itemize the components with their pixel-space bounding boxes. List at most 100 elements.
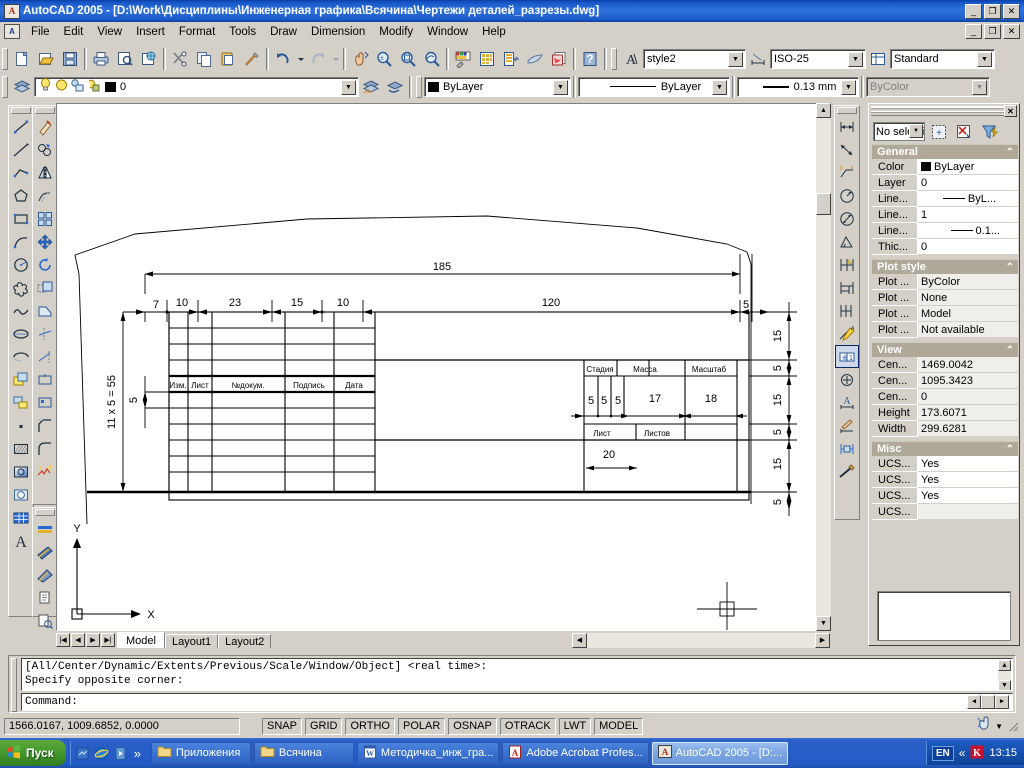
property-row[interactable]: Plot ... Model [872, 306, 1018, 322]
property-row[interactable]: Cen... 1095.3423 [872, 373, 1018, 389]
dimension-toolbar-grip[interactable] [837, 107, 857, 114]
dim-angular-icon[interactable] [835, 230, 859, 253]
select-objects-icon[interactable] [953, 121, 975, 142]
drawing-canvas[interactable]: 185 7 10 23 15 10 120 5 Изм. Лист №докум… [56, 103, 830, 631]
property-row[interactable]: Width 299.6281 [872, 421, 1018, 437]
layer-combo[interactable]: 0 ▼ [34, 76, 359, 97]
scroll-right-button[interactable]: ▶ [815, 632, 830, 648]
publish-icon[interactable] [137, 47, 161, 70]
chevron-up-icon[interactable]: ⌃ [1006, 444, 1014, 455]
doc-minimize-button[interactable]: _ [965, 24, 982, 39]
chevron-down-icon[interactable]: ▼ [728, 51, 743, 67]
chevron-down-icon[interactable]: ▼ [977, 51, 992, 67]
scroll-left-button[interactable]: ◀ [967, 695, 981, 709]
copy-icon[interactable] [192, 47, 216, 70]
designcenter-icon[interactable] [475, 47, 499, 70]
status-toggle-polar[interactable]: POLAR [398, 717, 446, 735]
quick-select-icon[interactable] [978, 121, 1000, 142]
property-value[interactable]: 1 [918, 207, 1018, 223]
redo-dropdown-icon[interactable] [330, 47, 341, 70]
property-value[interactable]: ByL... [918, 191, 1018, 207]
lightbulb-on-icon[interactable] [38, 78, 53, 96]
next-tab-icon[interactable]: ▶ [86, 633, 100, 647]
property-row[interactable]: Height 173.6071 [872, 405, 1018, 421]
properties-icon[interactable] [451, 47, 475, 70]
chevron-up-icon[interactable]: ⌃ [1006, 345, 1014, 356]
canvas-vertical-scrollbar[interactable]: ▲ ▼ [816, 103, 831, 631]
chamfer-icon[interactable] [33, 414, 57, 437]
coordinates-display[interactable]: 1566.0167, 1009.6852, 0.0000 [4, 717, 240, 735]
explode-icon[interactable] [33, 460, 57, 483]
property-row[interactable]: Cen... 0 [872, 389, 1018, 405]
polygon-icon[interactable] [9, 184, 33, 207]
property-row[interactable]: Line... 0.1... [872, 223, 1018, 239]
property-row[interactable]: Plot ... None [872, 290, 1018, 306]
dim-baseline-icon[interactable] [33, 563, 57, 586]
start-button[interactable]: Пуск [0, 740, 66, 766]
cut-icon[interactable] [168, 47, 192, 70]
spline-icon[interactable] [9, 299, 33, 322]
last-tab-icon[interactable]: ▶| [101, 633, 115, 647]
close-button[interactable]: ✕ [1003, 3, 1020, 19]
property-value[interactable]: ByColor [918, 274, 1018, 290]
redo-icon[interactable] [306, 47, 330, 70]
property-row[interactable]: UCS... [872, 504, 1018, 520]
save-icon[interactable] [58, 47, 82, 70]
dim-linear-icon[interactable] [33, 517, 57, 540]
property-row[interactable]: UCS... Yes [872, 456, 1018, 472]
help-icon[interactable]: ? [578, 47, 602, 70]
prev-tab-icon[interactable]: ◀ [71, 633, 85, 647]
property-row[interactable]: Layer 0 [872, 175, 1018, 191]
property-value[interactable]: 299.6281 [918, 421, 1018, 437]
taskbar-item-metodichka[interactable]: W Методичка_инж_гра... [356, 741, 500, 765]
lock-open-icon[interactable] [70, 78, 85, 96]
table-style-icon[interactable] [866, 47, 890, 70]
menu-dimension[interactable]: Dimension [304, 24, 372, 40]
undo-icon[interactable] [271, 47, 295, 70]
properties-toolbar-grip[interactable] [416, 75, 422, 98]
rectangle-icon[interactable] [9, 207, 33, 230]
color-combo[interactable]: ByLayer ▼ [424, 76, 571, 97]
dbconnect-icon[interactable] [547, 47, 571, 70]
insert-block-icon[interactable] [9, 368, 33, 391]
scroll-up-button[interactable]: ▲ [816, 103, 831, 118]
chevron-down-icon[interactable]: ▼ [995, 722, 1003, 731]
chevron-down-icon[interactable]: ▼ [712, 79, 727, 95]
property-row[interactable]: Line... 1 [872, 207, 1018, 223]
menu-view[interactable]: View [90, 24, 129, 40]
group-plot-style[interactable]: Plot style ⌃ [872, 259, 1018, 274]
property-value[interactable] [918, 504, 1018, 520]
toolbar-grip[interactable] [2, 47, 8, 70]
status-toggle-ortho[interactable]: ORTHO [345, 717, 395, 735]
break-icon[interactable] [33, 391, 57, 414]
region-icon[interactable] [9, 483, 33, 506]
fillet-icon[interactable] [33, 437, 57, 460]
styles-toolbar-grip[interactable] [611, 47, 617, 70]
extra-toolbar-grip[interactable] [35, 509, 55, 516]
markup-icon[interactable] [523, 47, 547, 70]
layer-previous-icon[interactable] [359, 75, 383, 98]
property-row[interactable]: Thic... 0 [872, 239, 1018, 255]
tray-expand-button[interactable]: « [959, 746, 966, 760]
scale-icon[interactable] [33, 276, 57, 299]
property-row[interactable]: Line... ByL... [872, 191, 1018, 207]
menu-window[interactable]: Window [420, 24, 475, 40]
toolpalettes-icon[interactable] [499, 47, 523, 70]
lineweight-combo[interactable]: 0.13 mm ▼ [737, 76, 859, 97]
array-icon[interactable] [33, 207, 57, 230]
paste-icon[interactable] [216, 47, 240, 70]
stretch-icon[interactable] [33, 299, 57, 322]
group-view[interactable]: View ⌃ [872, 342, 1018, 357]
new-icon[interactable] [10, 47, 34, 70]
property-row[interactable]: Plot ... ByColor [872, 274, 1018, 290]
language-indicator[interactable]: EN [931, 745, 954, 761]
revision-cloud-icon[interactable] [9, 276, 33, 299]
tolerance-icon[interactable]: ⊕ 1 [835, 345, 859, 368]
command-input[interactable]: Command: ◀ ▶ [21, 693, 1013, 711]
zoom-window-icon[interactable] [396, 47, 420, 70]
scroll-up-button[interactable]: ▲ [998, 660, 1011, 671]
chevron-down-icon[interactable]: ▼ [909, 124, 923, 138]
property-value[interactable]: 0 [918, 239, 1018, 255]
group-misc[interactable]: Misc ⌃ [872, 441, 1018, 456]
menu-modify[interactable]: Modify [372, 24, 420, 40]
